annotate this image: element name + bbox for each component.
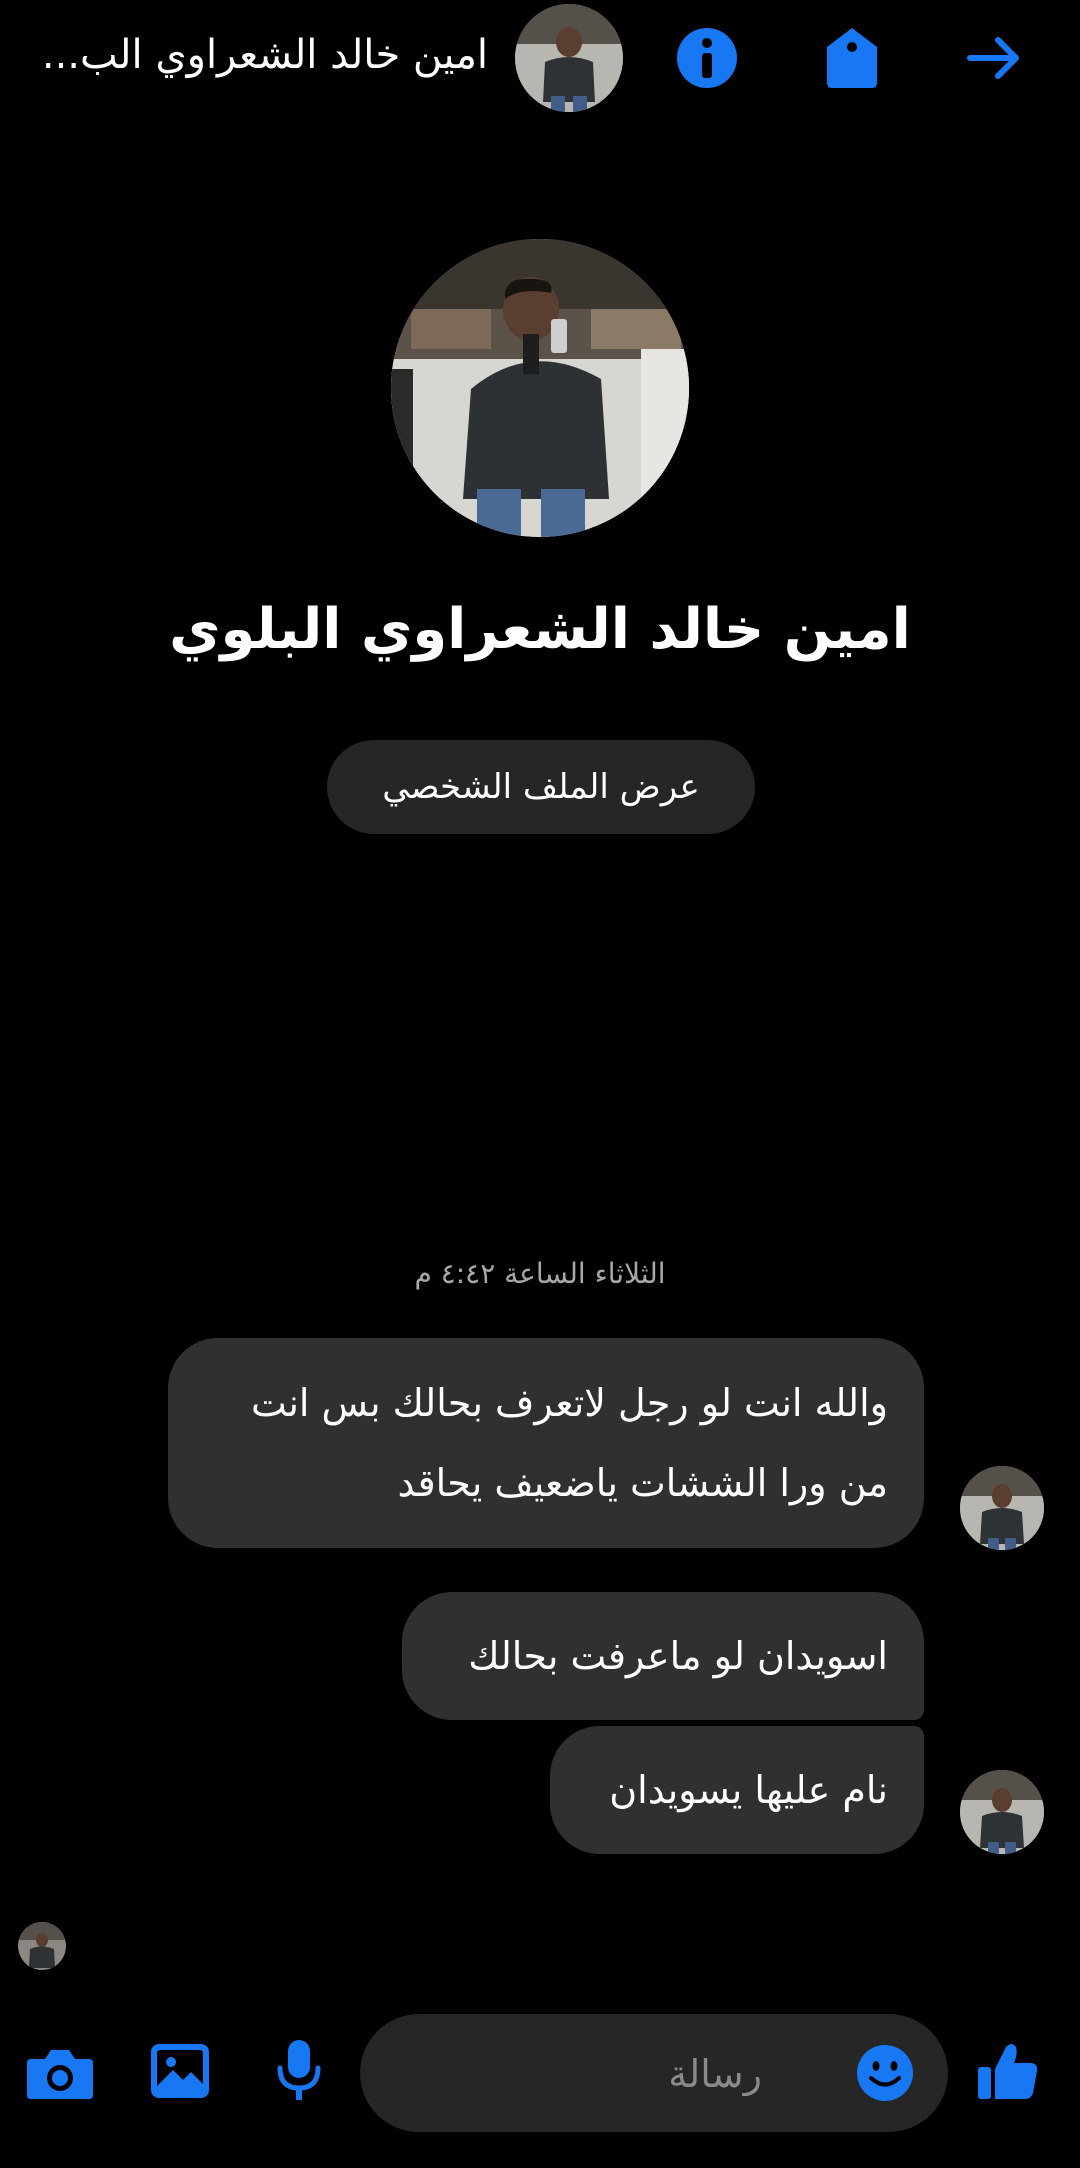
info-icon [677, 28, 737, 88]
message-bubble[interactable]: والله انت لو رجل لاتعرف بحالك بس انت من … [168, 1338, 924, 1548]
message-line: اسويدان لو ماعرفت بحالك [468, 1634, 888, 1678]
microphone-icon [277, 2040, 321, 2100]
gallery-icon [151, 2044, 209, 2098]
tag-icon [827, 28, 877, 88]
message-composer[interactable] [360, 2014, 948, 2134]
info-button[interactable] [667, 18, 747, 98]
tag-button[interactable] [812, 18, 892, 98]
message-line: والله انت لو رجل لاتعرف بحالك بس انت [251, 1381, 888, 1425]
top-bar: امين خالد الشعراوي الب... [0, 0, 1080, 116]
message-line: من ورا الششات ياضعيف يحاقد [397, 1461, 889, 1505]
like-button[interactable] [963, 2026, 1053, 2116]
gallery-button[interactable] [135, 2026, 225, 2116]
camera-button[interactable] [15, 2028, 105, 2118]
like-icon [978, 2044, 1038, 2099]
back-arrow-icon [967, 37, 1019, 79]
view-profile-button[interactable]: عرض الملف الشخصي [327, 740, 755, 834]
sender-avatar[interactable] [960, 1770, 1044, 1854]
sender-avatar[interactable] [960, 1466, 1044, 1550]
microphone-button[interactable] [254, 2026, 344, 2116]
avatar-photo [515, 4, 623, 112]
message-timestamp: الثلاثاء الساعة ٤:٤٢ م [414, 1257, 666, 1290]
avatar-photo [960, 1466, 1044, 1550]
emoji-icon [857, 2045, 913, 2101]
avatar-photo [960, 1770, 1044, 1854]
avatar-photo [18, 1922, 66, 1970]
back-button[interactable] [954, 18, 1034, 98]
profile-photo [391, 239, 689, 537]
camera-icon [27, 2050, 93, 2099]
profile-name: امين خالد الشعراوي البلوي [169, 597, 911, 662]
emoji-button[interactable] [840, 2028, 930, 2118]
header-avatar[interactable] [515, 4, 623, 112]
message-line: نام عليها يسويدان [609, 1768, 888, 1812]
profile-avatar[interactable] [391, 239, 689, 537]
message-input[interactable] [510, 2014, 764, 2134]
header-title[interactable]: امين خالد الشعراوي الب... [18, 22, 488, 88]
message-bubble[interactable]: اسويدان لو ماعرفت بحالك [402, 1592, 924, 1720]
message-bubble[interactable]: نام عليها يسويدان [550, 1726, 924, 1854]
seen-receipt-avatar [18, 1922, 66, 1970]
